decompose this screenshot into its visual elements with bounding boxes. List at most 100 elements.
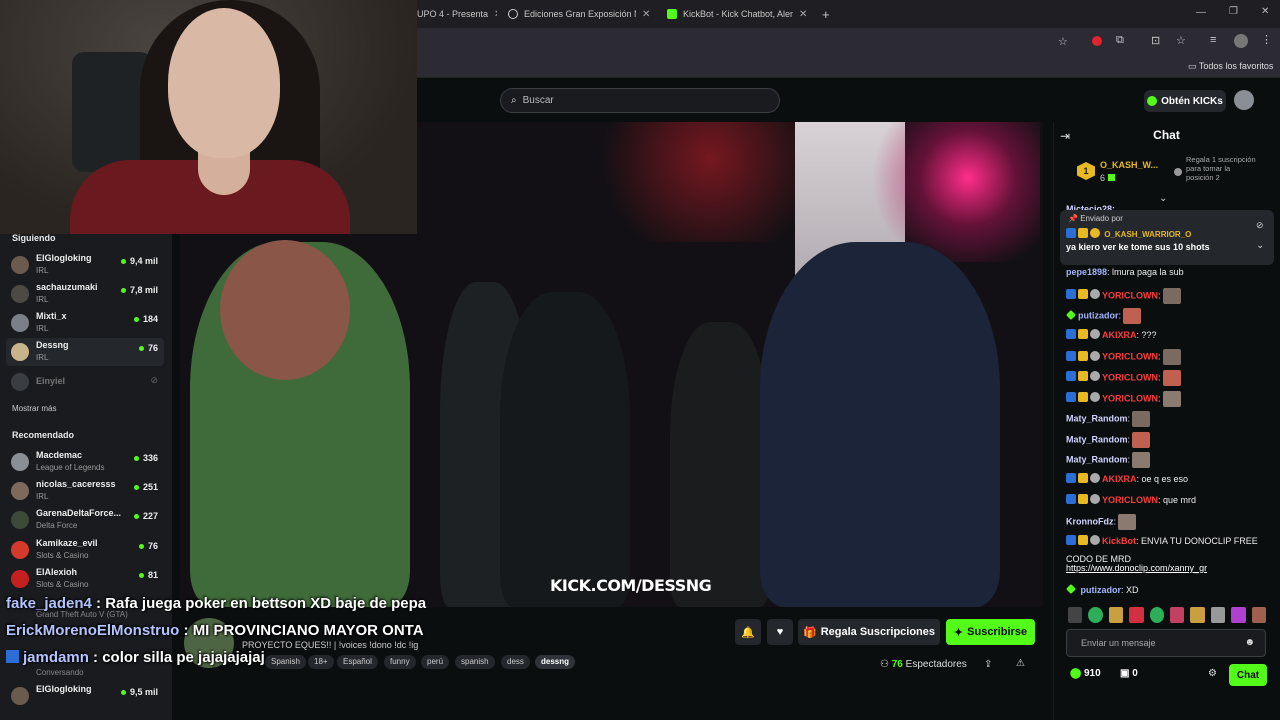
tab-title: KickBot - Kick Chatbot, Alerts, T [683, 9, 793, 19]
search-input[interactable]: ⌕ Buscar [500, 88, 780, 113]
browser-tab[interactable]: Ediciones Gran Exposición Mun ✕ [508, 4, 656, 24]
puzzle-icon[interactable]: ⧉ [1116, 34, 1124, 47]
video-watermark: KICK.COM/DESSNG [550, 576, 712, 595]
emoji-icon[interactable]: ☻ [1244, 637, 1255, 648]
sidebar-item-kamikaze[interactable]: Kamikaze_evil Slots & Casino 76 [6, 536, 164, 564]
emote-icon [1162, 287, 1181, 304]
get-kicks-button[interactable]: Obtén KICKs [1144, 90, 1226, 112]
sidebar-item-elalexioh[interactable]: ElAlexioh Slots & Casino 81 [6, 565, 164, 593]
follow-button[interactable]: ♥ [767, 619, 793, 645]
chevron-down-icon[interactable]: ⌄ [1256, 240, 1264, 251]
report-icon[interactable]: ⚠ [1016, 658, 1025, 669]
tag[interactable]: perú [421, 655, 450, 669]
tag[interactable]: 18+ [308, 655, 334, 669]
sidebar-item-elglogloking-2[interactable]: ElGlogloking 9,5 mil [6, 682, 164, 710]
sidebar-item-dessng[interactable]: Dessng IRL 76 [6, 338, 164, 366]
tag[interactable]: dessng [535, 655, 576, 669]
avatar [11, 687, 29, 705]
kicks-balance[interactable]: ⬤ 910 [1070, 668, 1101, 679]
emote-icon[interactable] [1088, 607, 1103, 623]
show-more-link[interactable]: Mostrar más [12, 404, 56, 413]
extension-icon[interactable] [1092, 36, 1102, 46]
chat-text: : [1127, 434, 1131, 445]
chat-username[interactable]: YORICLOWN [1102, 495, 1158, 505]
expand-leaderboard-icon[interactable]: ⌄ [1159, 193, 1167, 204]
send-chat-button[interactable]: Chat [1229, 664, 1267, 686]
webcam-overlay [0, 0, 417, 234]
chat-username[interactable]: KickBot [1102, 536, 1136, 546]
chat-username[interactable]: YORICLOWN [1102, 290, 1158, 300]
chat-username[interactable]: AKIXRA [1102, 330, 1137, 340]
chat-text: : ENVIA TU DONOCLIP FREE [1136, 535, 1258, 546]
settings-icon[interactable]: ⚙ [1208, 668, 1217, 679]
sidebar-item-macdemac[interactable]: Macdemac League of Legends 336 [6, 448, 164, 476]
tag[interactable]: Spanish [265, 655, 306, 669]
chat-username[interactable]: putizador [1078, 311, 1119, 321]
emote-icon[interactable] [1108, 607, 1124, 623]
gift-subs-button[interactable]: 🎁 Regala Suscripciones [798, 619, 940, 645]
badge-icon [1066, 228, 1076, 238]
tag[interactable]: funny [384, 655, 416, 669]
chat-username[interactable]: YORICLOWN [1102, 372, 1158, 382]
emote-icon[interactable] [1231, 607, 1246, 623]
reading-list-icon[interactable]: ≡ [1210, 34, 1216, 46]
emote-icon[interactable] [1251, 607, 1267, 623]
tag[interactable]: Español [337, 655, 378, 669]
tag[interactable]: dess [501, 655, 530, 669]
channel-name: nicolas_caceresss [36, 479, 116, 489]
unpin-icon[interactable]: ⊘ [1256, 220, 1264, 231]
emote-icon [1162, 349, 1181, 366]
channel-name: Macdemac [36, 450, 83, 460]
viewer-count: 251 [134, 482, 158, 492]
chat-username[interactable]: YORICLOWN [1102, 393, 1158, 403]
media-icon[interactable]: ⊡ [1151, 34, 1160, 47]
user-avatar[interactable] [1234, 90, 1254, 110]
close-icon[interactable]: ✕ [642, 9, 650, 20]
close-icon[interactable]: ✕ [799, 9, 807, 20]
emote-icon[interactable] [1129, 607, 1144, 623]
emote-icon[interactable] [1190, 607, 1205, 623]
all-bookmarks[interactable]: ▭ Todos los favoritos [1188, 61, 1273, 72]
sidebar-item-garena[interactable]: GarenaDeltaForce... Delta Force 227 [6, 506, 164, 534]
sidebar-item-einyiel[interactable]: Einyiel ⊘ [6, 368, 164, 396]
chat-username[interactable]: YORICLOWN [1102, 352, 1158, 362]
emote-icon[interactable] [1210, 607, 1226, 623]
emote-icon[interactable] [1068, 607, 1083, 623]
star-icon[interactable]: ☆ [1058, 35, 1068, 48]
minimize-icon[interactable]: — [1196, 7, 1206, 18]
menu-icon[interactable]: ⋮ [1261, 33, 1272, 46]
badge-icon [1066, 328, 1076, 339]
sidebar-item-sachauzumaki[interactable]: sachauzumaki IRL 7,8 mil [6, 280, 164, 308]
pinned-message[interactable]: 📌 Enviado por O_KASH_WARRIOR_O ya kiero … [1060, 210, 1274, 265]
share-icon[interactable]: ⇪ [984, 659, 992, 670]
notification-bell-button[interactable]: 🔔 [735, 619, 761, 645]
points-balance[interactable]: ▣ 0 [1120, 668, 1138, 679]
maximize-icon[interactable]: ❐ [1229, 6, 1238, 17]
tag[interactable]: spanish [455, 655, 495, 669]
chat-input[interactable]: Enviar un mensaje ☻ [1066, 629, 1266, 657]
close-window-icon[interactable]: ✕ [1261, 6, 1269, 17]
bookmark-star-icon[interactable]: ☆ [1176, 34, 1186, 47]
emote-icon[interactable] [1170, 607, 1185, 623]
emote-icon[interactable] [1149, 607, 1165, 623]
skull-icon [1090, 493, 1100, 504]
chat-link[interactable]: https://www.donoclip.com/xanny_gr [1066, 563, 1207, 573]
sidebar-item-nicolas[interactable]: nicolas_caceresss IRL 251 [6, 477, 164, 505]
close-icon[interactable]: ✕ [494, 9, 497, 20]
chat-username[interactable]: AKIXRA [1102, 474, 1137, 484]
chat-text: : [1127, 454, 1131, 465]
new-tab-button[interactable]: + [822, 4, 836, 24]
chat-username[interactable]: KronnoFdz [1066, 517, 1114, 527]
sidebar-item-mixti[interactable]: Mixti_x IRL 184 [6, 309, 164, 337]
browser-tab[interactable]: UPO 4 - Presenta ✕ [417, 4, 497, 24]
profile-avatar[interactable] [1234, 34, 1248, 48]
chat-username[interactable]: pepe1898 [1066, 267, 1107, 277]
chat-username[interactable]: putizador [1081, 585, 1122, 595]
chat-username[interactable]: Maty_Random [1066, 455, 1128, 465]
chat-username[interactable]: Maty_Random [1066, 414, 1128, 424]
leaderboard-user[interactable]: O_KASH_W... [1100, 160, 1158, 170]
subscribe-button[interactable]: ✦ Suscribirse [946, 619, 1035, 645]
sidebar-item-elglogloking[interactable]: ElGlogloking IRL 9,4 mil [6, 251, 164, 279]
chat-username[interactable]: Maty_Random [1066, 434, 1128, 444]
browser-tab[interactable]: KickBot - Kick Chatbot, Alerts, T ✕ [667, 4, 815, 24]
